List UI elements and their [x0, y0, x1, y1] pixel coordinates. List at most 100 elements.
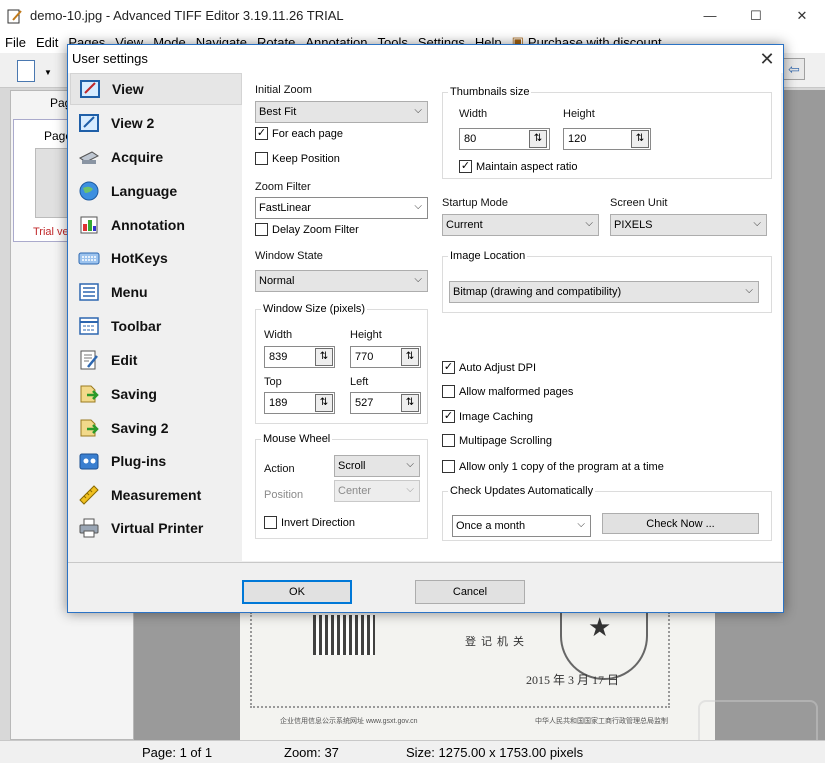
- nav-item-menu[interactable]: Menu: [70, 276, 242, 308]
- globe-icon: [78, 180, 100, 202]
- printer-icon: [78, 517, 100, 539]
- back-arrow-icon[interactable]: ⇦: [783, 58, 805, 80]
- wheel-position-label: Position: [264, 489, 304, 501]
- checkbox-label: For each page: [272, 127, 343, 140]
- input-value: 189: [269, 397, 288, 409]
- spin-updown-icon[interactable]: ⇅: [315, 394, 333, 412]
- nav-item-hotkeys[interactable]: HotKeys: [70, 242, 242, 274]
- chevron-down-icon: ⌵: [753, 218, 761, 229]
- spin-updown-icon[interactable]: ⇅: [401, 348, 419, 366]
- close-window-button[interactable]: ✕: [779, 0, 825, 31]
- single-instance-checkbox[interactable]: Allow only 1 copy of the program at a ti…: [442, 460, 664, 473]
- nav-item-toolbar[interactable]: Toolbar: [70, 310, 242, 342]
- spin-updown-icon[interactable]: ⇅: [631, 130, 649, 148]
- multipage-scrolling-checkbox[interactable]: Multipage Scrolling: [442, 434, 552, 447]
- check-now-button[interactable]: Check Now ...: [602, 513, 759, 534]
- nav-label: Saving 2: [111, 420, 169, 436]
- status-page: Page: 1 of 1: [142, 744, 213, 760]
- keep-position-checkbox[interactable]: Keep Position: [255, 152, 340, 165]
- update-frequency-select[interactable]: Once a month ⌵: [452, 515, 591, 537]
- nav-label: Acquire: [111, 149, 164, 165]
- scanner-icon: [78, 146, 100, 168]
- app-title-bar: demo-10.jpg - Advanced TIFF Editor 3.19.…: [0, 0, 825, 31]
- chevron-down-icon: ⌵: [414, 274, 422, 285]
- checkbox-box: ✓: [442, 361, 455, 374]
- chevron-down-icon: ⌵: [406, 484, 414, 495]
- image-location-select[interactable]: Bitmap (drawing and compatibility) ⌵: [449, 281, 759, 303]
- allow-malformed-pages-checkbox[interactable]: Allow malformed pages: [442, 385, 573, 398]
- minimize-button[interactable]: —: [687, 0, 733, 31]
- app-logo-icon: [7, 9, 22, 23]
- chevron-down-icon: ⌵: [745, 285, 753, 296]
- window-top-label: Top: [264, 376, 282, 388]
- menu-file[interactable]: File: [0, 35, 31, 50]
- view2-icon: [78, 112, 100, 134]
- menu-icon: [78, 281, 100, 303]
- for-each-page-checkbox[interactable]: ✓ For each page: [255, 127, 343, 140]
- spin-updown-icon[interactable]: ⇅: [401, 394, 419, 412]
- nav-label: Menu: [111, 284, 148, 300]
- nav-item-annotation[interactable]: Annotation: [70, 209, 242, 241]
- nav-label: Toolbar: [111, 318, 162, 334]
- invert-direction-checkbox[interactable]: Invert Direction: [264, 516, 355, 529]
- checkbox-label: Allow malformed pages: [459, 385, 574, 398]
- nav-item-measurement[interactable]: Measurement: [70, 479, 242, 511]
- checkbox-label: Allow only 1 copy of the program at a ti…: [459, 460, 664, 473]
- wheel-position-select: Center ⌵: [334, 480, 420, 502]
- startup-mode-select[interactable]: Current ⌵: [442, 214, 599, 236]
- menu-edit[interactable]: Edit: [31, 35, 63, 50]
- input-value: 80: [464, 133, 477, 145]
- wheel-action-select[interactable]: Scroll ⌵: [334, 455, 420, 477]
- nav-item-edit[interactable]: Edit: [70, 344, 242, 376]
- nav-item-saving-2[interactable]: Saving 2: [70, 412, 242, 444]
- dropdown-arrow-icon[interactable]: ▼: [44, 68, 52, 77]
- checkbox-label: Maintain aspect ratio: [476, 160, 578, 173]
- window-state-select[interactable]: Normal ⌵: [255, 270, 428, 292]
- wheel-action-value: Scroll: [338, 460, 366, 472]
- nav-item-language[interactable]: Language: [70, 175, 242, 207]
- screen-unit-select[interactable]: PIXELS ⌵: [610, 214, 767, 236]
- image-location-value: Bitmap (drawing and compatibility): [453, 286, 622, 298]
- input-value: 527: [355, 397, 374, 409]
- zoom-filter-label: Zoom Filter: [255, 181, 311, 193]
- checkbox-box: [255, 152, 268, 165]
- spin-updown-icon[interactable]: ⇅: [529, 130, 547, 148]
- user-settings-dialog: User settings ✕ View View 2 Acquire Lang…: [67, 44, 784, 613]
- nav-label: HotKeys: [111, 250, 168, 266]
- checkbox-box: [442, 385, 455, 398]
- doc-date-text: 2015 年 3 月 17 日: [526, 673, 620, 687]
- chevron-down-icon: ⌵: [577, 519, 585, 530]
- auto-adjust-dpi-checkbox[interactable]: ✓ Auto Adjust DPI: [442, 361, 536, 374]
- doc-registration-text: 登记机关: [465, 635, 529, 648]
- chevron-down-icon: ⌵: [585, 218, 593, 229]
- dialog-close-icon[interactable]: ✕: [755, 47, 779, 71]
- nav-item-plug-ins[interactable]: Plug-ins: [70, 445, 242, 477]
- wheel-position-value: Center: [338, 485, 372, 497]
- nav-label: Saving: [111, 386, 157, 402]
- nav-item-saving[interactable]: Saving: [70, 378, 242, 410]
- initial-zoom-select[interactable]: Best Fit ⌵: [255, 101, 428, 123]
- zoom-filter-select[interactable]: FastLinear ⌵: [255, 197, 428, 219]
- nav-item-acquire[interactable]: Acquire: [70, 141, 242, 173]
- new-document-icon[interactable]: [17, 60, 35, 82]
- nav-item-view-2[interactable]: View 2: [70, 107, 242, 139]
- check-updates-title: Check Updates Automatically: [448, 485, 596, 497]
- nav-label: Plug-ins: [111, 453, 167, 469]
- trial-label: Trial ve: [33, 226, 69, 238]
- delay-zoom-filter-checkbox[interactable]: Delay Zoom Filter: [255, 223, 359, 236]
- cancel-button[interactable]: Cancel: [415, 580, 525, 604]
- checkbox-label: Delay Zoom Filter: [272, 223, 359, 236]
- window-width-label: Width: [264, 329, 293, 341]
- image-caching-checkbox[interactable]: ✓ Image Caching: [442, 410, 533, 423]
- nav-item-view[interactable]: View: [70, 73, 242, 105]
- wheel-action-label: Action: [264, 463, 295, 475]
- chevron-down-icon: ⌵: [406, 459, 414, 470]
- initial-zoom-label: Initial Zoom: [255, 84, 312, 96]
- thumb-width-label: Width: [459, 108, 488, 120]
- qr-code-image: [313, 615, 375, 655]
- maintain-aspect-checkbox[interactable]: ✓ Maintain aspect ratio: [459, 160, 578, 173]
- maximize-button[interactable]: ☐: [733, 0, 779, 31]
- ok-button[interactable]: OK: [242, 580, 352, 604]
- spin-updown-icon[interactable]: ⇅: [315, 348, 333, 366]
- nav-item-virtual-printer[interactable]: Virtual Printer: [70, 512, 242, 544]
